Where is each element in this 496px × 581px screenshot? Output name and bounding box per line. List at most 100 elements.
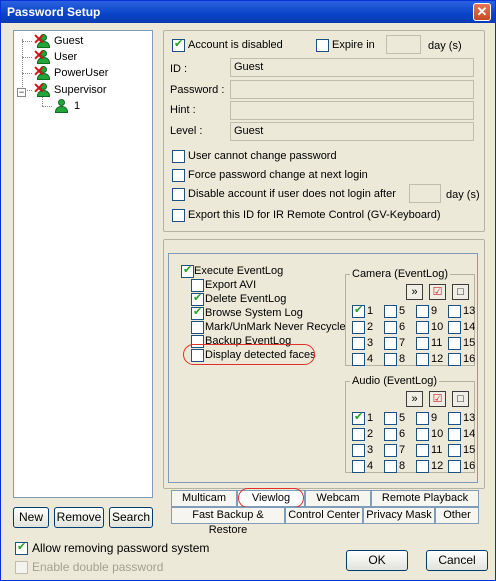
audio-select-next-button[interactable]: » [406, 391, 423, 407]
camera-checkbox-13[interactable] [448, 305, 461, 318]
camera-label-2: 2 [367, 321, 374, 333]
expire-unit-label: day (s) [428, 40, 462, 52]
audio-label-6: 6 [399, 428, 406, 440]
camera-checkbox-5[interactable] [384, 305, 397, 318]
tab-fast-backup[interactable]: Fast Backup & Restore [171, 507, 285, 536]
audio-checkbox-1[interactable] [352, 410, 365, 425]
user-disabled-icon: ✕ [33, 32, 50, 48]
user-tree[interactable]: − ✕ Guest ✕ User ✕ PowerUser ✕ Superviso… [13, 30, 153, 498]
camera-checkbox-8[interactable] [384, 353, 397, 366]
account-disabled-label: Account is disabled [188, 39, 283, 51]
tab-control-center[interactable]: Control Center [285, 507, 363, 524]
expire-checkbox[interactable] [316, 39, 329, 52]
audio-label-2: 2 [367, 428, 374, 440]
camera-checkbox-2[interactable] [352, 321, 365, 334]
camera-checkbox-11[interactable] [416, 337, 429, 350]
browse-system-log-label: Browse System Log [205, 307, 303, 319]
tree-item-supervisor[interactable]: ✕ Supervisor [14, 81, 144, 98]
camera-label-10: 10 [431, 321, 444, 333]
remove-button[interactable]: Remove [54, 507, 104, 528]
audio-check-all-button[interactable]: ☑ [429, 391, 446, 407]
camera-checkbox-4[interactable] [352, 353, 365, 366]
tab-privacy-mask[interactable]: Privacy Mask [363, 507, 435, 524]
tab-multicam[interactable]: Multicam [171, 490, 237, 507]
cancel-button[interactable]: Cancel [426, 550, 488, 571]
audio-label-4: 4 [367, 460, 374, 472]
viewlog-box: Execute EventLog Export AVI Delete Event… [168, 253, 478, 483]
expire-days-input[interactable] [386, 35, 421, 54]
audio-checkbox-5[interactable] [384, 412, 397, 425]
enable-double-checkbox[interactable] [15, 561, 28, 574]
new-button[interactable]: New [13, 507, 49, 528]
camera-label-4: 4 [367, 353, 374, 365]
audio-checkbox-6[interactable] [384, 428, 397, 441]
disable-days-input[interactable] [409, 184, 441, 203]
tab-remote-playback[interactable]: Remote Playback [371, 490, 479, 507]
camera-checkbox-15[interactable] [448, 337, 461, 350]
close-icon[interactable]: ✕ [473, 3, 491, 21]
audio-label-9: 9 [431, 412, 438, 424]
user-disabled-icon: ✕ [33, 81, 50, 97]
camera-checkbox-14[interactable] [448, 321, 461, 334]
audio-checkbox-7[interactable] [384, 444, 397, 457]
cannot-change-checkbox[interactable] [172, 150, 185, 163]
mark-never-recycle-checkbox[interactable] [191, 321, 204, 334]
audio-label-12: 12 [431, 460, 444, 472]
force-change-checkbox[interactable] [172, 169, 185, 182]
enable-double-label: Enable double password [32, 560, 164, 574]
allow-removing-checkbox[interactable] [15, 540, 28, 555]
audio-checkbox-11[interactable] [416, 444, 429, 457]
camera-checkbox-7[interactable] [384, 337, 397, 350]
mark-never-recycle-label: Mark/UnMark Never Recycle [205, 321, 346, 333]
camera-label-6: 6 [399, 321, 406, 333]
id-field[interactable]: Guest [230, 58, 474, 77]
camera-check-all-button[interactable]: ☑ [429, 284, 446, 300]
tree-item-1[interactable]: 1 [34, 98, 134, 114]
camera-label-16: 16 [463, 353, 476, 365]
execute-eventlog-checkbox[interactable] [181, 263, 194, 278]
hint-field[interactable] [230, 101, 474, 120]
audio-checkbox-10[interactable] [416, 428, 429, 441]
audio-checkbox-15[interactable] [448, 444, 461, 457]
user-disabled-icon: ✕ [33, 48, 50, 64]
audio-checkbox-16[interactable] [448, 460, 461, 473]
audio-checkbox-13[interactable] [448, 412, 461, 425]
audio-uncheck-all-button[interactable]: □ [452, 391, 469, 407]
camera-uncheck-all-button[interactable]: □ [452, 284, 469, 300]
camera-checkbox-10[interactable] [416, 321, 429, 334]
camera-checkbox-9[interactable] [416, 305, 429, 318]
search-button[interactable]: Search [109, 507, 153, 528]
audio-checkbox-9[interactable] [416, 412, 429, 425]
level-field[interactable]: Guest [230, 122, 474, 141]
window-title: Password Setup [7, 5, 101, 19]
ok-button[interactable]: OK [346, 550, 408, 571]
tab-other[interactable]: Other [435, 507, 479, 524]
audio-checkbox-12[interactable] [416, 460, 429, 473]
audio-checkbox-14[interactable] [448, 428, 461, 441]
password-setup-window: Password Setup ✕ − ✕ Guest ✕ User ✕ Powe… [0, 0, 496, 581]
audio-label-14: 14 [463, 428, 476, 440]
password-field[interactable] [230, 80, 474, 99]
browse-system-log-checkbox[interactable] [191, 305, 204, 320]
camera-label-14: 14 [463, 321, 476, 333]
camera-checkbox-1[interactable] [352, 303, 365, 318]
camera-checkbox-12[interactable] [416, 353, 429, 366]
camera-select-next-button[interactable]: » [406, 284, 423, 300]
camera-checkbox-6[interactable] [384, 321, 397, 334]
camera-checkbox-16[interactable] [448, 353, 461, 366]
title-bar[interactable]: Password Setup ✕ [1, 1, 495, 23]
audio-checkbox-4[interactable] [352, 460, 365, 473]
audio-checkbox-8[interactable] [384, 460, 397, 473]
expire-label: Expire in [332, 39, 375, 51]
tree-item-poweruser[interactable]: ✕ PowerUser [14, 64, 144, 81]
export-ir-checkbox[interactable] [172, 209, 185, 222]
account-disabled-checkbox[interactable] [172, 37, 185, 52]
tab-webcam[interactable]: Webcam [305, 490, 371, 507]
audio-checkbox-3[interactable] [352, 444, 365, 457]
audio-checkbox-2[interactable] [352, 428, 365, 441]
audio-group-title: Audio (EventLog) [350, 375, 439, 387]
camera-checkbox-3[interactable] [352, 337, 365, 350]
disable-if-checkbox[interactable] [172, 188, 185, 201]
audio-label-13: 13 [463, 412, 476, 424]
hint-label: Hint : [170, 104, 196, 116]
